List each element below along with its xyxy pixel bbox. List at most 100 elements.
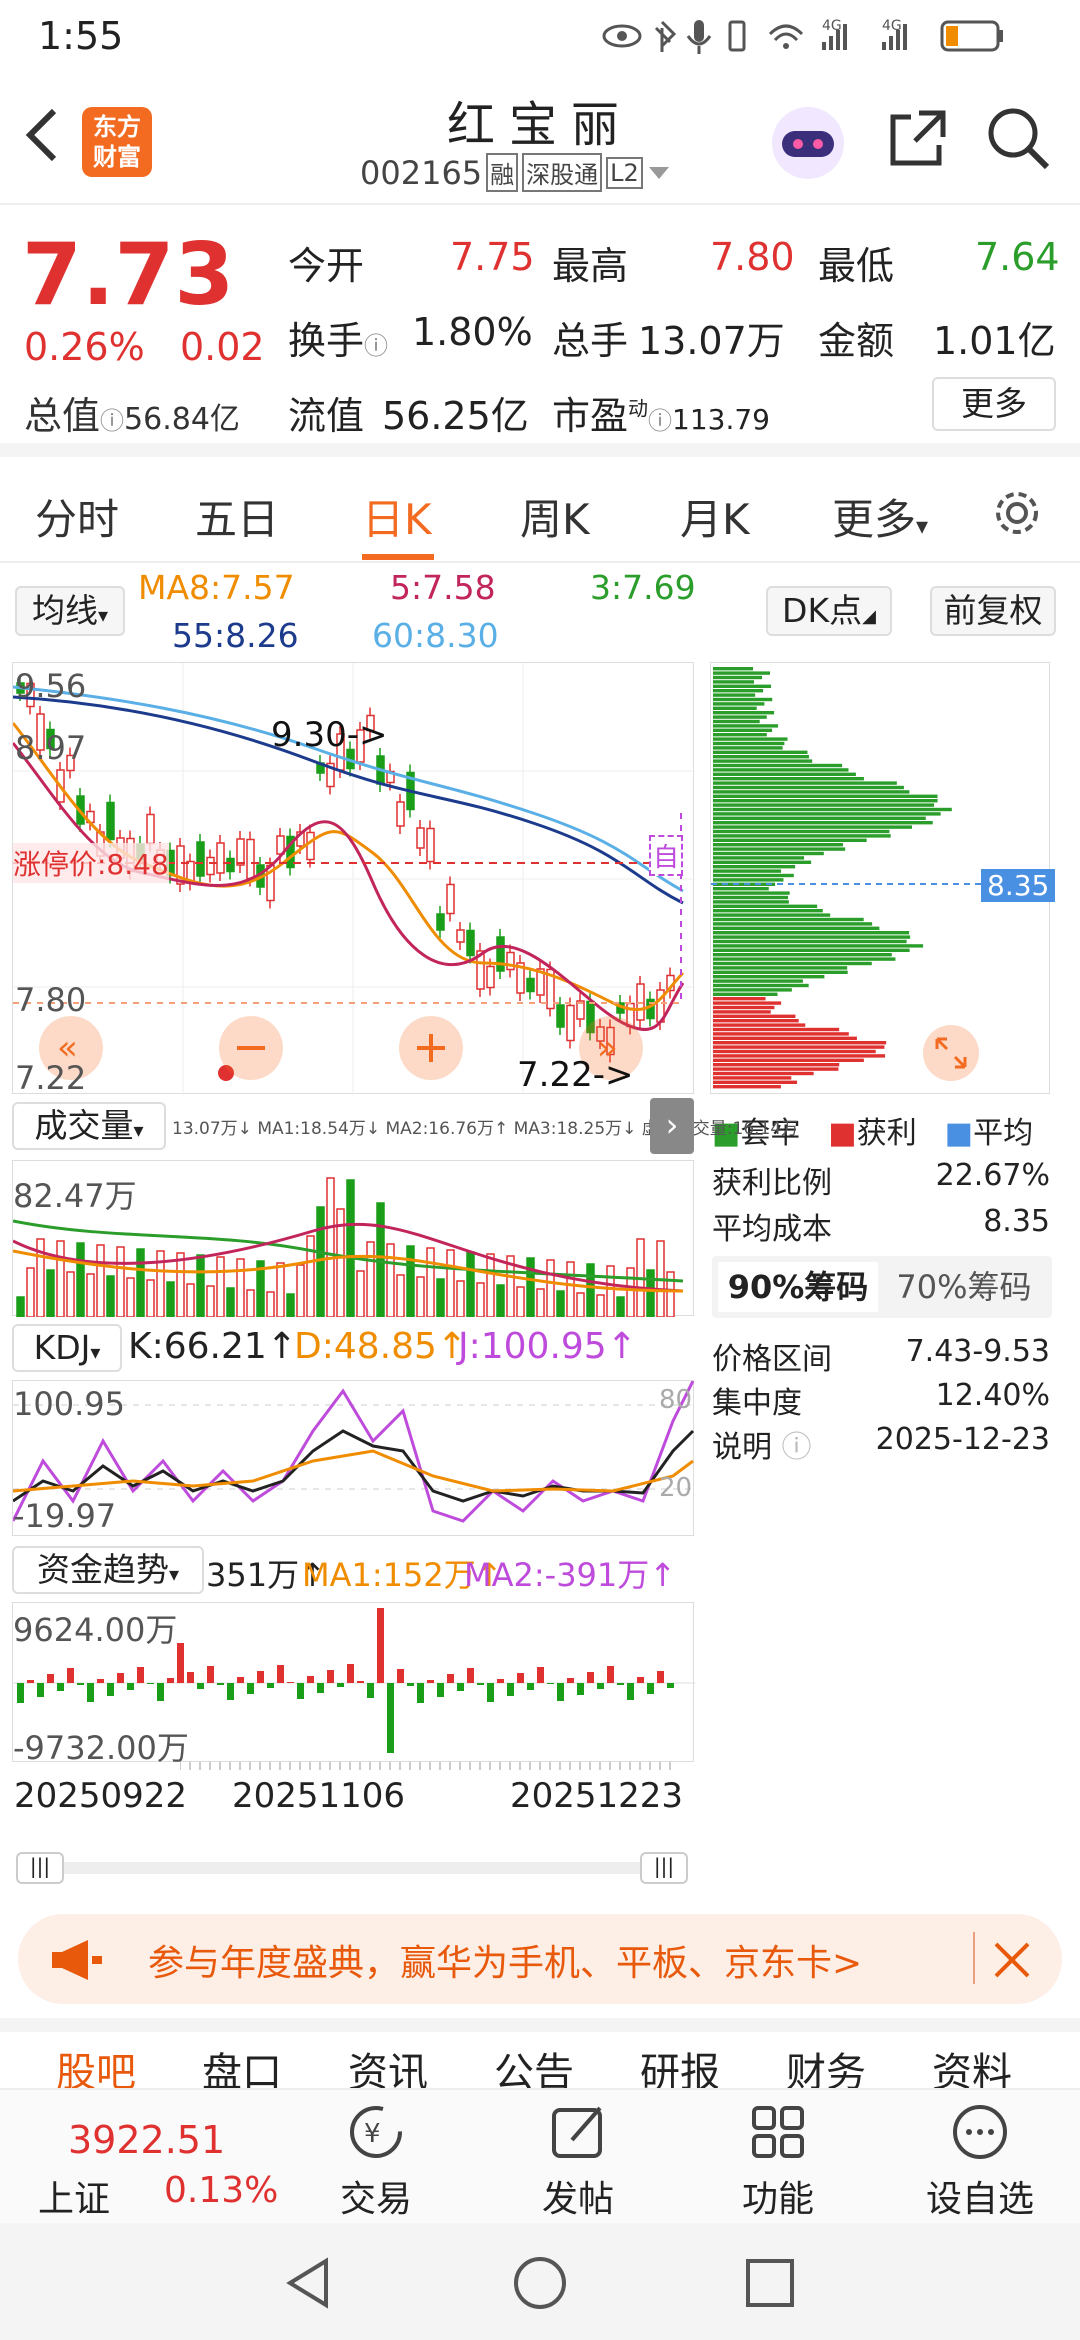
fund-trend-chart[interactable]: 9624.00万 -9732.00万 [12, 1602, 695, 1767]
robot-avatar-icon[interactable] [768, 103, 848, 183]
system-nav-bar [0, 2223, 1080, 2340]
chip-bar [713, 667, 754, 671]
dk-point-select[interactable]: DK点◢ [766, 586, 892, 636]
fund-bar [577, 1683, 584, 1695]
fund-bar [607, 1666, 614, 1683]
l2-tag: L2 [606, 156, 643, 189]
range-slider-track[interactable] [20, 1862, 688, 1874]
tab-announcements[interactable]: 公告 [494, 2040, 574, 2088]
fund-bar [117, 1673, 124, 1683]
kdj-select[interactable]: KDJ▾ [12, 1324, 122, 1372]
tab-profile[interactable]: 资料 [932, 2040, 1012, 2088]
chip-bar [713, 961, 872, 966]
search-icon[interactable] [985, 105, 1051, 171]
candle [196, 841, 205, 877]
fund-bar [377, 1608, 384, 1683]
more-dots-icon[interactable] [950, 2102, 1010, 2162]
post-icon[interactable] [548, 2102, 608, 2162]
fund-bar [627, 1683, 634, 1700]
profit-ratio-value: 22.67% [935, 1158, 1050, 1193]
info-icon[interactable]: ⓘ [782, 1430, 812, 1465]
volume-bar [226, 1287, 235, 1318]
fund-bar [527, 1683, 534, 1690]
fund-bar [267, 1683, 274, 1688]
range-handle-left[interactable]: ||| [16, 1852, 64, 1884]
fund-bar [77, 1683, 84, 1685]
volume-chart[interactable]: 82.47万 [12, 1160, 694, 1318]
tab-intraday[interactable]: 分时 [35, 486, 119, 547]
chip-bar [713, 715, 767, 719]
info-icon: ⓘ [100, 407, 125, 435]
tab-news[interactable]: 资讯 [348, 2040, 428, 2088]
volume-bar [536, 1288, 545, 1318]
kdj-k: K:66.21↑ [128, 1326, 297, 1367]
tab-forum[interactable]: 股吧 [56, 2040, 136, 2088]
promo-banner[interactable]: 参与年度盛典，赢华为手机、平板、京东卡> [18, 1914, 1062, 2004]
tab-weekly-k[interactable]: 周K [520, 486, 590, 547]
chip-bar [713, 997, 766, 1001]
volume-select[interactable]: 成交量▾ [12, 1102, 166, 1150]
info-icon: ⓘ [364, 332, 389, 360]
fund-bar [167, 1678, 174, 1683]
adjust-select[interactable]: 前复权 [930, 586, 1056, 636]
tab-more[interactable]: 更多▾ [832, 486, 928, 547]
chip-bar [713, 1067, 839, 1071]
nav-function[interactable]: 功能 [718, 2170, 838, 2222]
volume-bar [606, 1265, 615, 1318]
share-icon[interactable] [885, 105, 951, 171]
nav-post[interactable]: 发帖 [518, 2170, 638, 2222]
tab-70-chips[interactable]: 70%筹码 [884, 1262, 1044, 1312]
chip-bar [713, 693, 756, 697]
nav-add-watchlist[interactable]: 设自选 [910, 2170, 1050, 2222]
fund-trend-select[interactable]: 资金趋势▾ [12, 1546, 204, 1594]
settings-gear-icon[interactable] [990, 486, 1044, 540]
chip-bar [713, 1080, 798, 1084]
nav-trade[interactable]: 交易 [316, 2170, 436, 2222]
volume-bar [476, 1282, 485, 1318]
chip-bar [713, 790, 910, 794]
function-icon[interactable] [748, 2102, 808, 2162]
chip-distribution[interactable]: 8.35 [710, 662, 1056, 1094]
fund-bar [247, 1683, 254, 1694]
nav-home-icon[interactable] [512, 2255, 568, 2311]
back-icon[interactable] [22, 105, 62, 165]
expand-icon[interactable] [921, 1023, 981, 1083]
kdj-chart[interactable]: 100.95 -19.97 80 20 [11, 1380, 695, 1536]
avg-cost-value: 8.35 [983, 1204, 1050, 1239]
volume-bar [496, 1284, 505, 1318]
fund-bar [257, 1671, 264, 1683]
range-handle-right[interactable]: ||| [640, 1852, 688, 1884]
tab-monthly-k[interactable]: 月K [680, 486, 750, 547]
fund-bar [317, 1683, 324, 1693]
volume-bar [356, 1270, 365, 1318]
nav-back-icon[interactable] [282, 2255, 338, 2311]
nav-recents-icon[interactable] [742, 2255, 798, 2311]
close-icon[interactable] [990, 1938, 1034, 1982]
tab-five-day[interactable]: 五日 [195, 486, 279, 547]
volume-bar [296, 1264, 305, 1318]
chip-bar [713, 1063, 840, 1067]
limit-price-label: 涨停价:8.48 [13, 843, 169, 883]
chip-bar [713, 821, 933, 825]
chip-bar [713, 983, 809, 988]
tab-finance[interactable]: 财务 [786, 2040, 866, 2088]
mktcap-label: 总值 [24, 394, 101, 438]
tab-90-chips[interactable]: 90%筹码 [718, 1262, 878, 1312]
volume-bar [406, 1245, 415, 1318]
tab-research[interactable]: 研报 [640, 2040, 720, 2088]
chip-bar [713, 979, 803, 983]
price-range-value: 7.43-9.53 [905, 1334, 1050, 1369]
kline-chart[interactable]: « » 9.56 8.97 7.80 7.22 涨停价:8.48 9.30-> … [11, 662, 695, 1097]
tab-daily-k[interactable]: 日K [362, 486, 432, 547]
candle [556, 1004, 565, 1028]
trade-icon[interactable]: ¥ [346, 2102, 406, 2162]
dropdown-icon[interactable] [647, 163, 671, 183]
fund-bar [617, 1683, 624, 1685]
index-value[interactable]: 3922.51 [68, 2118, 225, 2162]
more-button[interactable]: 更多 [932, 377, 1056, 431]
indicator-select[interactable]: 均线▾ [15, 586, 125, 636]
chip-bar [713, 675, 763, 680]
expand-arrow-button[interactable]: › [650, 1098, 694, 1154]
tab-orderbook[interactable]: 盘口 [202, 2040, 282, 2088]
volume-bar [416, 1276, 425, 1318]
